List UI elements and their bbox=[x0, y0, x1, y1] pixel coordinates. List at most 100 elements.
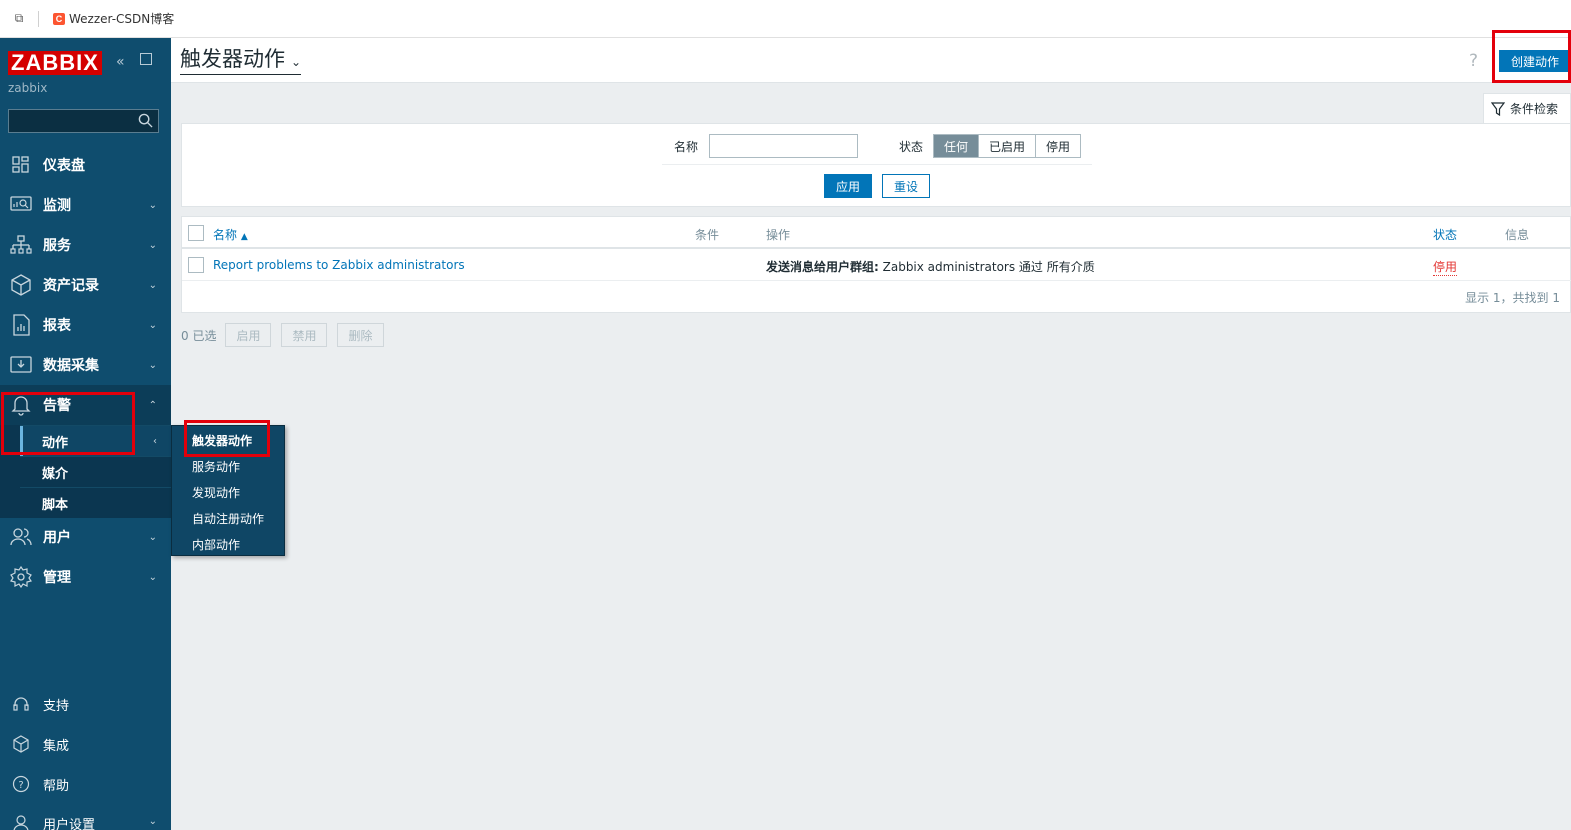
sidebar-subitem-label: 媒介 bbox=[42, 466, 69, 482]
column-header-operations: 操作 bbox=[766, 228, 791, 242]
highlight-box-alerts-actions bbox=[1, 392, 135, 455]
sidebar-item-label: 数据采集 bbox=[43, 358, 99, 374]
help-icon[interactable]: ? bbox=[1469, 51, 1478, 71]
sidebar-item-label: 监测 bbox=[43, 198, 71, 214]
chevron-down-icon: ⌄ bbox=[148, 359, 157, 371]
filter-divider bbox=[662, 164, 1092, 165]
action-status-toggle[interactable]: 停用 bbox=[1433, 258, 1458, 276]
chevron-down-icon: ⌄ bbox=[148, 239, 157, 251]
filter-tab[interactable]: 条件检索 bbox=[1483, 93, 1571, 123]
chevron-down-icon: ⌄ bbox=[148, 816, 157, 827]
sidebar-subitem-label: 脚本 bbox=[42, 497, 69, 513]
sidebar-item-label: 资产记录 bbox=[43, 278, 99, 294]
data-collection-icon bbox=[10, 354, 32, 376]
sidebar-item-users[interactable]: 用户 ⌄ bbox=[0, 517, 171, 557]
services-icon bbox=[10, 234, 32, 256]
sidebar-item-reports[interactable]: 报表 ⌄ bbox=[0, 305, 171, 345]
dashboard-icon bbox=[10, 154, 32, 176]
table-footer-count: 显示 1，共找到 1 bbox=[1465, 291, 1560, 305]
sidebar-subitem-media[interactable]: 媒介 bbox=[20, 456, 171, 487]
table-row: Report problems to Zabbix administrators… bbox=[182, 249, 1571, 281]
status-option-enabled[interactable]: 已启用 bbox=[979, 135, 1037, 157]
sidebar-item-data-collection[interactable]: 数据采集 ⌄ bbox=[0, 345, 171, 385]
mass-delete-button[interactable]: 删除 bbox=[337, 323, 384, 347]
sidebar-item-support[interactable]: 支持 bbox=[0, 684, 171, 724]
user-icon bbox=[10, 812, 32, 830]
chevron-down-icon: ⌄ bbox=[148, 199, 157, 211]
sidebar-item-help[interactable]: ? 帮助 bbox=[0, 764, 171, 804]
search-icon[interactable] bbox=[138, 113, 153, 128]
sidebar-item-label: 管理 bbox=[43, 570, 71, 586]
sidebar-item-user-settings[interactable]: 用户设置 ⌄ bbox=[0, 802, 171, 830]
users-icon bbox=[10, 526, 32, 548]
actions-table: 名称 ▲ 条件 操作 状态 信息 Report problems to Zabb… bbox=[181, 216, 1571, 313]
sidebar-item-label: 用户设置 bbox=[43, 818, 96, 830]
sidebar-item-label: 报表 bbox=[43, 318, 71, 334]
sidebar-item-monitoring[interactable]: 监测 ⌄ bbox=[0, 185, 171, 225]
help-circle-icon: ? bbox=[10, 773, 32, 795]
sidebar-item-label: 仪表盘 bbox=[43, 158, 85, 174]
server-name: zabbix bbox=[8, 81, 48, 95]
sidebar-item-label: 服务 bbox=[43, 238, 71, 254]
filter-panel: 名称 状态 任何 已启用 停用 应用 重设 bbox=[181, 123, 1571, 207]
monitoring-icon bbox=[10, 194, 32, 216]
zabbix-logo[interactable]: ZABBIX bbox=[8, 51, 102, 75]
flyout-item-autoregistration-actions[interactable]: 自动注册动作 bbox=[192, 510, 264, 527]
select-all-checkbox[interactable] bbox=[188, 225, 204, 241]
sidebar-item-services[interactable]: 服务 ⌄ bbox=[0, 225, 171, 265]
column-header-status[interactable]: 状态 bbox=[1433, 226, 1457, 243]
highlight-box-create-action bbox=[1492, 30, 1571, 83]
csdn-favicon-icon: C bbox=[53, 12, 65, 25]
copy-tab-icon[interactable]: ⧉ bbox=[0, 11, 38, 26]
inventory-icon bbox=[10, 274, 32, 296]
tab-separator bbox=[38, 10, 39, 27]
column-header-name[interactable]: 名称 ▲ bbox=[213, 226, 248, 243]
filter-name-input[interactable] bbox=[709, 134, 858, 158]
sort-asc-icon: ▲ bbox=[240, 232, 248, 242]
gear-icon bbox=[10, 566, 32, 588]
browser-tab-title[interactable]: Wezzer-CSDN博客 bbox=[69, 10, 174, 27]
flyout-item-service-actions[interactable]: 服务动作 bbox=[192, 458, 240, 475]
svg-text:?: ? bbox=[18, 780, 23, 791]
table-header-row: 名称 ▲ 条件 操作 状态 信息 bbox=[182, 217, 1571, 249]
cube-icon bbox=[10, 733, 32, 755]
page-title[interactable]: 触发器动作 ⌄ bbox=[180, 47, 302, 75]
highlight-box-trigger-actions bbox=[184, 420, 270, 457]
page-header: 触发器动作 ⌄ ? 创建动作 bbox=[171, 38, 1571, 83]
reset-button[interactable]: 重设 bbox=[882, 174, 930, 198]
column-header-conditions: 条件 bbox=[695, 228, 720, 242]
chevron-down-icon: ⌄ bbox=[148, 571, 157, 583]
flyout-item-internal-actions[interactable]: 内部动作 bbox=[192, 536, 240, 553]
sidebar-item-administration[interactable]: 管理 ⌄ bbox=[0, 557, 171, 597]
sidebar-item-integrations[interactable]: 集成 bbox=[0, 724, 171, 764]
sidebar-subitem-scripts[interactable]: 脚本 bbox=[20, 487, 171, 518]
chevron-down-icon: ⌄ bbox=[148, 279, 157, 291]
status-option-any[interactable]: 任何 bbox=[934, 135, 980, 157]
filter-tab-label: 条件检索 bbox=[1510, 102, 1559, 116]
filter-name-label: 名称 bbox=[674, 140, 699, 154]
selected-count: 0 已选 bbox=[181, 328, 217, 343]
headset-icon bbox=[10, 693, 32, 715]
row-checkbox[interactable] bbox=[188, 257, 204, 273]
flyout-item-discovery-actions[interactable]: 发现动作 bbox=[192, 484, 240, 501]
mass-enable-button[interactable]: 启用 bbox=[225, 323, 272, 347]
filter-status-segmented: 任何 已启用 停用 bbox=[933, 134, 1082, 158]
chevron-down-icon: ⌄ bbox=[148, 319, 157, 331]
action-name-link[interactable]: Report problems to Zabbix administrators bbox=[213, 258, 465, 272]
browser-tab-bar: ⧉ C Wezzer-CSDN博客 bbox=[0, 0, 1571, 38]
sidebar-item-label: 帮助 bbox=[43, 778, 70, 794]
chevron-down-icon: ⌄ bbox=[291, 55, 302, 69]
column-header-info: 信息 bbox=[1505, 228, 1530, 242]
action-operation: 发送消息给用户群组: Zabbix administrators 通过 所有介质 bbox=[766, 260, 1095, 274]
collapse-sidebar-icon[interactable]: « bbox=[116, 54, 125, 70]
sidebar-search-input[interactable] bbox=[8, 109, 159, 133]
sidebar-item-label: 用户 bbox=[43, 530, 71, 546]
sidebar-item-dashboard[interactable]: 仪表盘 bbox=[0, 145, 171, 185]
sidebar-item-label: 集成 bbox=[43, 738, 70, 754]
apply-button[interactable]: 应用 bbox=[824, 174, 872, 198]
kiosk-mode-icon[interactable] bbox=[140, 53, 152, 65]
mass-disable-button[interactable]: 禁用 bbox=[281, 323, 328, 347]
mass-actions-bar: 0 已选 启用 禁用 删除 bbox=[181, 323, 394, 347]
sidebar-item-inventory[interactable]: 资产记录 ⌄ bbox=[0, 265, 171, 305]
status-option-disabled[interactable]: 停用 bbox=[1036, 135, 1081, 157]
